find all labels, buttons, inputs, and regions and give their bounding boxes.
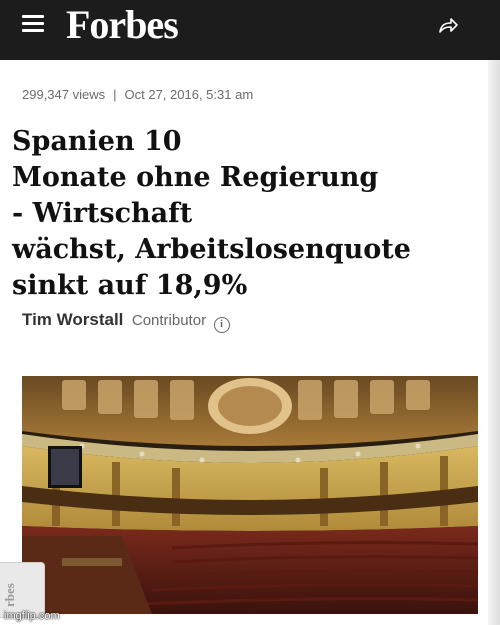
article-meta: 299,347 views | Oct 27, 2016, 5:31 am — [22, 87, 253, 102]
info-circle-icon[interactable]: i — [213, 317, 230, 333]
share-arrow-icon[interactable] — [437, 15, 459, 35]
view-count: 299,347 views — [22, 87, 106, 102]
imgflip-watermark: imgflip.com — [4, 610, 60, 622]
author-name[interactable]: Tim Worstall — [22, 310, 123, 329]
forbes-logo[interactable]: Forbes — [66, 3, 179, 47]
page-edge — [488, 60, 500, 625]
side-tab-label: rbes — [2, 583, 17, 607]
article-headline: Spanien 10 Monate ohne Regierung - Wirts… — [12, 126, 411, 301]
byline: Tim Worstall Contributor i — [22, 310, 230, 333]
publish-date: Oct 27, 2016, 5:31 am — [124, 87, 254, 102]
meta-separator: | — [113, 87, 117, 102]
top-navigation-bar: Forbes — [0, 0, 500, 60]
article-photo-parliament-chamber — [22, 376, 478, 614]
hamburger-menu-icon[interactable] — [22, 15, 44, 33]
author-role: Contributor — [131, 312, 207, 329]
